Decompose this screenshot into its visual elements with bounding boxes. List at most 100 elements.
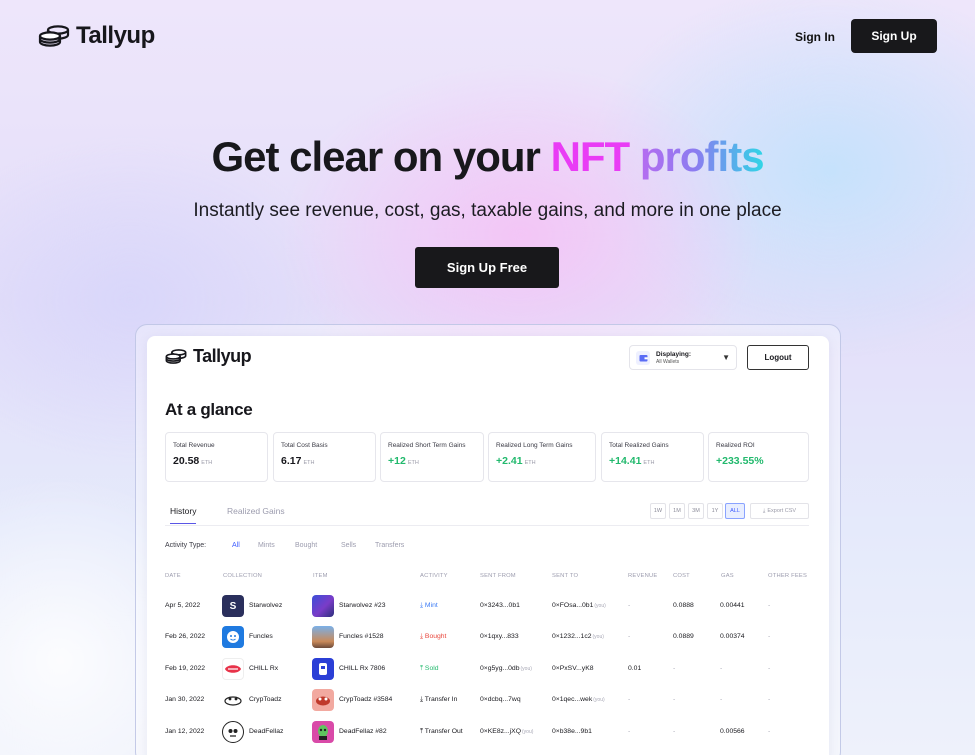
column-header-sent-from: SENT FROM [480, 573, 516, 579]
address-text: 0×FOsa...0b1 [552, 602, 594, 609]
stat-label: Realized ROI [716, 442, 755, 449]
revenue-cell: 0.01 [628, 665, 642, 672]
revenue-cell: - [628, 633, 631, 640]
chevron-down-icon: ▼ [722, 353, 730, 362]
range-1w-button[interactable]: 1W [650, 503, 666, 519]
sent-from-cell: 0×dcbq...7wq [480, 696, 521, 703]
activity-type-label: Activity Type: [165, 542, 207, 549]
activity-label: Sold [424, 665, 439, 672]
stat-value: 20.58 ETH [173, 455, 260, 467]
app-logo: Tallyup [165, 346, 252, 367]
sent-from-cell: 0×KE8z...jXQ(you) [480, 728, 533, 735]
stat-label: Realized Short Term Gains [388, 442, 466, 449]
item-cell: CrypToadz #3584 [339, 696, 393, 703]
range-all-button[interactable]: ALL [725, 503, 745, 519]
filter-sells[interactable]: Sells [341, 542, 356, 549]
activity-label: Transfer In [424, 696, 458, 703]
stat-number: +12 [388, 455, 406, 467]
coins-logo-icon [165, 349, 187, 364]
sign-up-free-button[interactable]: Sign Up Free [415, 247, 559, 288]
funcles-collection-icon [222, 626, 244, 648]
stat-unit: ETH [524, 460, 536, 466]
gas-cell: 0.00441 [720, 602, 745, 609]
stat-realized-roi: Realized ROI +233.55% [708, 432, 809, 482]
tab-history[interactable]: History [170, 506, 197, 524]
address-text: 0×1qec...wek [552, 696, 593, 703]
stat-label: Realized Long Term Gains [496, 442, 573, 449]
collection-cell: CrypToadz [249, 696, 282, 703]
nft-thumbnail-icon [312, 595, 334, 617]
stat-label: Total Cost Basis [281, 442, 328, 449]
hero-title-nft: NFT [550, 133, 631, 180]
hero-title: Get clear on your NFT profits [0, 133, 975, 181]
hero-subtitle: Instantly see revenue, cost, gas, taxabl… [193, 200, 782, 221]
range-3m-button[interactable]: 3M [688, 503, 704, 519]
stat-short-term-gains: Realized Short Term Gains +12 ETH [380, 432, 484, 482]
wallet-selector-text: Displaying: All Wallets [656, 351, 691, 365]
address-text: 0×1232...1c2 [552, 633, 592, 640]
stat-number: 20.58 [173, 455, 200, 467]
download-icon: ⤓ [762, 507, 766, 514]
other-fees-cell: - [768, 633, 771, 640]
other-fees-cell: - [768, 696, 771, 703]
filter-bought[interactable]: Bought [295, 542, 317, 549]
sent-to-cell: 0×FOsa...0b1(you) [552, 602, 606, 609]
stat-label: Total Revenue [173, 442, 215, 449]
you-tag: (you) [593, 697, 605, 703]
filter-mints[interactable]: Mints [258, 542, 275, 549]
activity-cell: ⤒ Transfer Out [420, 728, 463, 736]
deadfellaz-collection-icon [222, 721, 244, 743]
date-cell: Jan 12, 2022 [165, 728, 205, 735]
nav-logo[interactable]: Tallyup [38, 22, 155, 50]
range-1y-button[interactable]: 1Y [707, 503, 723, 519]
revenue-cell: - [628, 728, 631, 735]
column-header-sent-to: SENT TO [552, 573, 579, 579]
sign-in-link[interactable]: Sign In [795, 30, 835, 44]
table-row[interactable]: Feb 26, 2022 Funcles Funcles #1528 ⤓ Bou… [147, 623, 829, 653]
sign-up-button[interactable]: Sign Up [851, 19, 937, 53]
table-row[interactable]: Jan 12, 2022 DeadFellaz DeadFellaz #82 ⤒… [147, 718, 829, 748]
you-tag: (you) [592, 634, 604, 640]
filter-all[interactable]: All [232, 542, 240, 549]
app-logo-text: Tallyup [193, 346, 252, 366]
export-csv-button[interactable]: ⤓ Export CSV [750, 503, 809, 519]
sent-to-cell: 0×1232...1c2(you) [552, 633, 604, 640]
nft-thumbnail-icon [312, 626, 334, 648]
filter-transfers[interactable]: Transfers [375, 542, 404, 549]
collection-cell: CHILL Rx [249, 665, 279, 672]
stat-number: 6.17 [281, 455, 302, 467]
table-row[interactable]: Apr 5, 2022 S Starwolvez Starwolvez #23 … [147, 592, 829, 622]
stat-value: +233.55% [716, 455, 801, 467]
column-header-activity: ACTIVITY [420, 573, 448, 579]
starwolvez-collection-icon: S [222, 595, 244, 617]
other-fees-cell: - [768, 665, 771, 672]
stat-value: +12 ETH [388, 455, 476, 467]
chill-rx-collection-icon [222, 658, 244, 680]
wallet-selector[interactable]: Displaying: All Wallets ▼ [629, 345, 737, 370]
logout-button[interactable]: Logout [747, 345, 809, 370]
stat-total-cost-basis: Total Cost Basis 6.17 ETH [273, 432, 376, 482]
cost-cell: 0.0889 [673, 633, 694, 640]
sent-from-cell: 0×g5yg...0db(you) [480, 665, 532, 672]
sent-to-cell: 0×b38e...9b1 [552, 728, 592, 735]
hero-title-profits: profits [639, 133, 765, 180]
activity-cell: ⤓ Mint [420, 602, 438, 610]
activity-cell: ⤓ Transfer In [420, 696, 457, 704]
at-a-glance-heading: At a glance [165, 400, 253, 419]
range-1m-button[interactable]: 1M [669, 503, 685, 519]
gas-cell: 0.00566 [720, 728, 745, 735]
activity-cell: ⤓ Bought [420, 633, 446, 641]
table-row[interactable]: Jan 30, 2022 CrypToadz CrypToadz #3584 ⤓… [147, 686, 829, 716]
app-preview: Tallyup Displaying: All Wallets ▼ Logout… [147, 336, 829, 755]
stat-unit: ETH [303, 460, 315, 466]
date-cell: Feb 26, 2022 [165, 633, 206, 640]
tab-realized-gains[interactable]: Realized Gains [227, 506, 285, 516]
date-cell: Jan 30, 2022 [165, 696, 205, 703]
sent-to-cell: 0×1qec...wek(you) [552, 696, 605, 703]
stat-total-revenue: Total Revenue 20.58 ETH [165, 432, 268, 482]
item-cell: DeadFellaz #82 [339, 728, 387, 735]
gas-cell: - [720, 665, 723, 672]
stat-unit: ETH [407, 460, 419, 466]
table-row[interactable]: Feb 19, 2022 CHILL Rx CHILL Rx 7806 ⤒ So… [147, 655, 829, 685]
wallet-icon [636, 350, 650, 365]
